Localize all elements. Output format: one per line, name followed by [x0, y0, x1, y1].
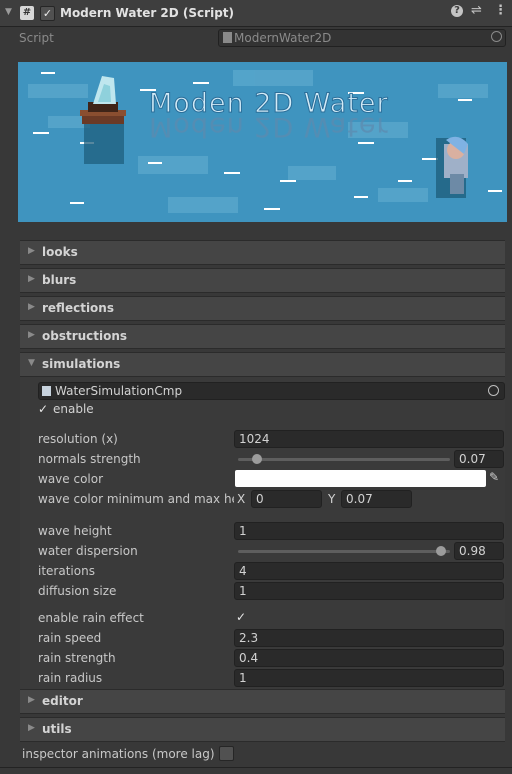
script-icon: # — [20, 6, 34, 20]
kebab-menu-icon[interactable]: ⋮ — [494, 3, 507, 18]
foldout-label: looks — [42, 245, 78, 259]
chevron-right-icon: ▶ — [28, 274, 35, 284]
simulation-component-field[interactable]: WaterSimulationCmp — [38, 382, 505, 400]
foldout-label: utils — [42, 722, 72, 736]
rain-strength-label: rain strength — [38, 651, 116, 665]
y-label: Y — [328, 492, 336, 506]
water-dispersion-slider-track[interactable] — [238, 550, 450, 553]
enable-rain-label: enable rain effect — [38, 611, 144, 625]
rain-speed-field[interactable]: 2.3 — [234, 629, 504, 647]
resolution-label: resolution (x) — [38, 432, 118, 446]
foldout-looks[interactable]: ▶ looks — [20, 240, 505, 265]
wave-height-label: wave height — [38, 524, 112, 538]
chevron-right-icon: ▶ — [28, 695, 35, 705]
chevron-right-icon: ▶ — [28, 723, 35, 733]
water-dispersion-slider-handle[interactable] — [435, 546, 446, 556]
object-picker-icon[interactable] — [491, 31, 502, 42]
script-field-row: Script ModernWater2D — [0, 28, 512, 48]
water-dispersion-label: water dispersion — [38, 544, 138, 558]
enable-checkmark-icon[interactable]: ✓ — [38, 402, 48, 416]
wave-color-minmax-label: wave color minimum and max height — [38, 492, 234, 506]
normals-strength-label: normals strength — [38, 452, 141, 466]
chevron-down-icon: ▼ — [28, 358, 35, 368]
wave-height-field[interactable]: 1 — [234, 522, 504, 540]
resolution-field[interactable]: 1024 — [234, 430, 504, 448]
diffusion-size-field[interactable]: 1 — [234, 582, 504, 600]
foldout-obstructions[interactable]: ▶ obstructions — [20, 324, 505, 349]
banner-title-reflection: Moden 2D Water — [149, 111, 389, 142]
foldout-label: simulations — [42, 357, 121, 371]
component-value: WaterSimulationCmp — [55, 384, 183, 398]
rain-strength-field[interactable]: 0.4 — [234, 649, 504, 667]
foldout-editor[interactable]: ▶ editor — [20, 689, 505, 714]
component-file-icon — [42, 386, 51, 396]
water-dispersion-field[interactable]: 0.98 — [454, 542, 504, 560]
script-object-field[interactable]: ModernWater2D — [218, 29, 506, 47]
component-enabled-checkbox[interactable]: ✓ — [40, 6, 55, 21]
normals-strength-field[interactable]: 0.07 — [454, 450, 504, 468]
wave-color-label: wave color — [38, 472, 104, 486]
inspector-animations-label: inspector animations (more lag) — [22, 747, 215, 761]
chevron-right-icon: ▶ — [28, 302, 35, 312]
inspector-animations-checkbox[interactable] — [219, 746, 234, 761]
foldout-simulations[interactable]: ▼ simulations — [20, 352, 505, 377]
foldout-label: editor — [42, 694, 83, 708]
x-label: X — [237, 492, 246, 506]
script-value: ModernWater2D — [234, 31, 332, 45]
component-header: ▼ # ✓ Modern Water 2D (Script) ? ⇌ ⋮ — [0, 0, 512, 27]
cs-script-icon — [223, 32, 232, 43]
chevron-right-icon: ▶ — [28, 330, 35, 340]
bottom-divider — [0, 767, 512, 768]
normals-strength-slider-track[interactable] — [238, 458, 450, 461]
rain-speed-label: rain speed — [38, 631, 102, 645]
enable-label: enable — [53, 402, 94, 416]
enable-rain-checkmark-icon[interactable]: ✓ — [236, 610, 246, 624]
object-picker-icon[interactable] — [488, 385, 499, 396]
component-title: Modern Water 2D (Script) — [60, 6, 234, 20]
banner-image: Moden 2D Water Moden 2D Water — [18, 62, 507, 222]
help-icon[interactable]: ? — [451, 5, 463, 17]
foldout-label: obstructions — [42, 329, 128, 343]
script-label: Script — [19, 31, 54, 45]
foldout-reflections[interactable]: ▶ reflections — [20, 296, 505, 321]
foldout-label: reflections — [42, 301, 114, 315]
rain-radius-field[interactable]: 1 — [234, 669, 504, 687]
rain-radius-label: rain radius — [38, 671, 103, 685]
wave-color-swatch[interactable] — [235, 470, 486, 487]
iterations-field[interactable]: 4 — [234, 562, 504, 580]
foldout-blurs[interactable]: ▶ blurs — [20, 268, 505, 293]
max-height-field[interactable]: 0.07 — [341, 490, 412, 508]
iterations-label: iterations — [38, 564, 95, 578]
foldout-label: blurs — [42, 273, 77, 287]
foldout-utils[interactable]: ▶ utils — [20, 717, 505, 742]
min-height-field[interactable]: 0 — [251, 490, 322, 508]
mermaid-figure — [436, 136, 468, 198]
presets-icon[interactable]: ⇌ — [471, 3, 482, 18]
eyedropper-icon[interactable]: ✎ — [489, 470, 499, 484]
chevron-right-icon: ▶ — [28, 246, 35, 256]
diffusion-size-label: diffusion size — [38, 584, 117, 598]
banner-art: Moden 2D Water Moden 2D Water — [18, 62, 507, 222]
foldout-arrow-icon[interactable]: ▼ — [5, 7, 12, 17]
